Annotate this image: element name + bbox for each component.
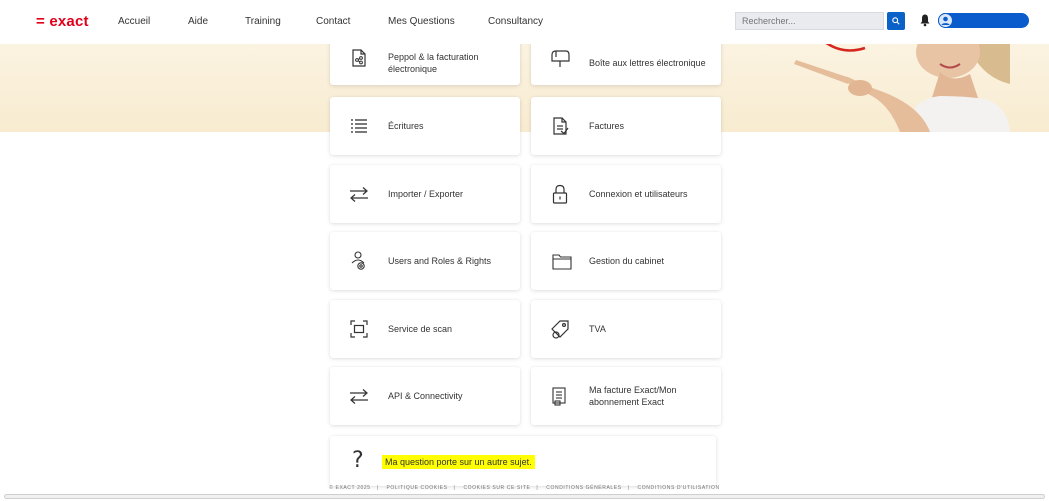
tile-service-scan[interactable]: Service de scan [330, 300, 520, 358]
tile-label: Importer / Exporter [388, 189, 464, 199]
nav-aide[interactable]: Aide [188, 16, 208, 27]
user-icon [941, 16, 950, 25]
tile-label: Peppol & la facturation électronique [388, 52, 479, 74]
search-button[interactable] [887, 12, 905, 30]
mailbox-icon [551, 49, 570, 67]
tile-ecritures[interactable]: Écritures [330, 97, 520, 155]
hero-photo [780, 44, 1010, 132]
tile-label: Boîte aux lettres électronique [589, 58, 706, 68]
avatar[interactable] [938, 13, 953, 28]
tile-api-connectivity[interactable]: API & Connectivity [330, 367, 520, 425]
invoice-subscription-icon [552, 387, 566, 406]
nav-training[interactable]: Training [245, 16, 281, 27]
arrows-swap-icon [350, 187, 368, 202]
arrows-swap-icon [350, 389, 368, 404]
tile-label: TVA [589, 324, 606, 334]
document-share-icon [352, 48, 366, 67]
top-header: = exact Accueil Aide Training Contact Me… [0, 0, 1049, 44]
autre-sujet-label: Ma question porte sur un autre sujet. [382, 455, 535, 469]
folder-icon [552, 254, 572, 270]
tile-importer-exporter[interactable]: Importer / Exporter [330, 165, 520, 223]
tile-label: Connexion et utilisateurs [589, 189, 688, 199]
tile-label: Ma facture Exact/Mon abonnement Exact [589, 385, 677, 407]
tile-label: Écritures [388, 121, 424, 131]
tag-icon [551, 320, 569, 339]
tile-label: Factures [589, 121, 625, 131]
nav-contact[interactable]: Contact [316, 16, 350, 27]
footer: © EXACT 2025 | POLITIQUE COOKIES | COOKIES… [329, 485, 720, 491]
tile-gestion-cabinet[interactable]: Gestion du cabinet [531, 232, 721, 290]
tile-autre-sujet[interactable]: ? Ma question porte sur un autre sujet. [330, 436, 716, 486]
tile-label: Users and Roles & Rights [388, 256, 492, 266]
exact-logo[interactable]: = exact [36, 13, 89, 30]
scan-icon [350, 320, 368, 338]
footer-link-cookies-site[interactable]: COOKIES SUR CE SITE [463, 485, 530, 491]
tile-connexion-utilisateurs[interactable]: Connexion et utilisateurs [531, 165, 721, 223]
tile-label: Gestion du cabinet [589, 256, 665, 266]
tile-factures[interactable]: Factures [531, 97, 721, 155]
search-icon [892, 17, 900, 25]
tile-label: API & Connectivity [388, 391, 463, 401]
tile-ma-facture-exact[interactable]: Ma facture Exact/Mon abonnement Exact [531, 367, 721, 425]
question-icon: ? [352, 448, 364, 473]
footer-link-politique-cookies[interactable]: POLITIQUE COOKIES [387, 485, 448, 491]
lock-icon [552, 184, 568, 204]
tile-users-roles[interactable]: Users and Roles & Rights [330, 232, 520, 290]
footer-link-conditions-generales[interactable]: CONDITIONS GÉNÉRALES [546, 485, 621, 491]
tile-label: Service de scan [388, 324, 453, 334]
nav-accueil[interactable]: Accueil [118, 16, 150, 27]
bell-icon[interactable] [919, 13, 931, 27]
horizontal-scrollbar[interactable] [4, 494, 1045, 499]
footer-link-conditions-utilisation[interactable]: CONDITIONS D'UTILISATION [638, 485, 720, 491]
nav-consultancy[interactable]: Consultancy [488, 16, 543, 27]
invoice-icon [553, 117, 569, 135]
nav-mes-questions[interactable]: Mes Questions [388, 16, 455, 27]
tile-tva[interactable]: TVA [531, 300, 721, 358]
footer-copyright: © EXACT 2025 [329, 485, 371, 491]
search-input[interactable] [735, 12, 884, 30]
user-roles-icon [351, 251, 365, 270]
list-icon [351, 119, 367, 133]
